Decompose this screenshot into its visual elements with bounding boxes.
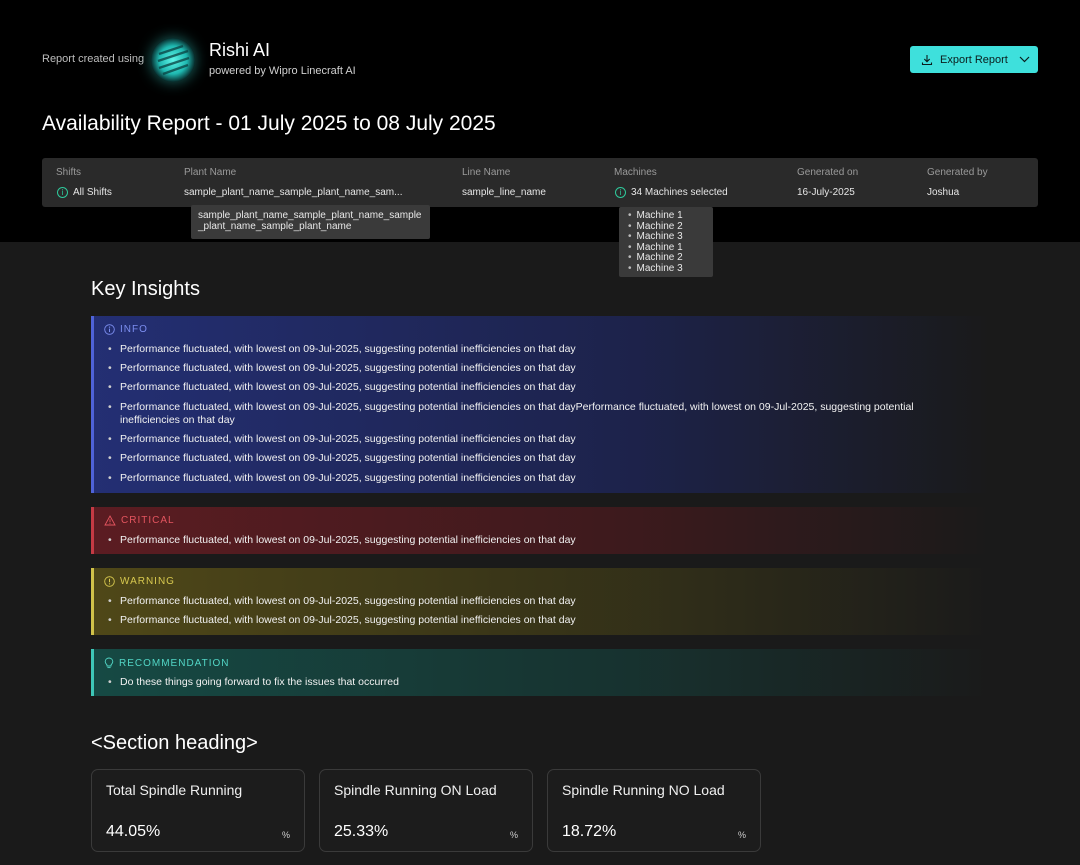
- page-title: Availability Report - 01 July 2025 to 08…: [42, 112, 496, 135]
- insight-recommendation-panel: RECOMMENDATION Do these things going for…: [91, 649, 991, 696]
- insight-info-label: INFO: [120, 324, 148, 335]
- machine-item: Machine 3: [628, 231, 713, 243]
- metric-card-title: Spindle Running ON Load: [334, 782, 497, 798]
- key-insights-title: Key Insights: [91, 278, 200, 300]
- brand-name: Rishi AI: [209, 40, 271, 60]
- brand-subtitle: powered by Wipro Linecraft AI: [209, 65, 356, 77]
- insight-critical-panel: CRITICAL Performance fluctuated, with lo…: [91, 507, 991, 554]
- info-icon[interactable]: i: [57, 187, 68, 198]
- generated-on-value: 16-July-2025: [797, 187, 855, 198]
- list-item: Performance fluctuated, with lowest on 0…: [108, 381, 948, 395]
- insight-critical-list: Performance fluctuated, with lowest on 0…: [108, 534, 948, 553]
- insight-warning-header: WARNING: [104, 576, 175, 587]
- list-item: Performance fluctuated, with lowest on 0…: [108, 362, 948, 376]
- generated-on-label: Generated on: [797, 167, 859, 178]
- line-name-value: sample_line_name: [462, 187, 546, 198]
- metric-card-title: Total Spindle Running: [106, 782, 243, 798]
- insight-recommendation-label: RECOMMENDATION: [119, 657, 230, 669]
- plant-name-value[interactable]: sample_plant_name_sample_plant_name_sam.…: [184, 187, 402, 198]
- machines-tooltip: Machine 1 Machine 2 Machine 3 Machine 1 …: [619, 207, 713, 277]
- list-item: Performance fluctuated, with lowest on 0…: [108, 614, 948, 628]
- list-item: Do these things going forward to fix the…: [108, 676, 948, 690]
- insight-info-list: Performance fluctuated, with lowest on 0…: [108, 343, 948, 491]
- export-report-label: Export Report: [940, 53, 1008, 66]
- insight-warning-label: WARNING: [120, 576, 175, 587]
- shifts-value-text: All Shifts: [73, 187, 112, 198]
- machines-label: Machines: [614, 167, 657, 178]
- generated-by-label: Generated by: [927, 167, 988, 178]
- section-heading: <Section heading>: [91, 732, 258, 754]
- plant-name-label: Plant Name: [184, 167, 237, 178]
- report-header: Report created using Rishi AI powered by…: [0, 0, 1080, 242]
- metric-card-spindle-on-load: Spindle Running ON Load 25.33% %: [319, 769, 533, 852]
- metric-card-value: 25.33%: [334, 823, 389, 840]
- report-meta-bar: Shifts i All Shifts Plant Name sample_pl…: [42, 158, 1038, 207]
- metric-card-unit: %: [281, 830, 290, 840]
- metric-card-value: 18.72%: [562, 823, 617, 840]
- list-item: Performance fluctuated, with lowest on 0…: [108, 595, 948, 609]
- insight-info-header: INFO: [104, 324, 148, 335]
- insight-warning-list: Performance fluctuated, with lowest on 0…: [108, 595, 948, 633]
- info-circle-icon: [104, 324, 115, 335]
- metric-card-total-spindle-running: Total Spindle Running 44.05% %: [91, 769, 305, 852]
- chevron-down-icon: [1019, 56, 1030, 63]
- machine-item: Machine 3: [628, 263, 713, 275]
- created-using-label: Report created using: [42, 53, 145, 65]
- line-name-label: Line Name: [462, 167, 511, 178]
- plant-name-tooltip: sample_plant_name_sample_plant_name_samp…: [191, 205, 430, 239]
- insight-recommendation-header: RECOMMENDATION: [104, 657, 229, 669]
- download-icon: [921, 54, 933, 65]
- list-item: Performance fluctuated, with lowest on 0…: [108, 534, 948, 548]
- lightbulb-icon: [104, 657, 114, 669]
- metric-card-spindle-no-load: Spindle Running NO Load 18.72% %: [547, 769, 761, 852]
- list-item: Performance fluctuated, with lowest on 0…: [108, 433, 948, 447]
- list-item: Performance fluctuated, with lowest on 0…: [108, 472, 948, 486]
- metric-card-title: Spindle Running NO Load: [562, 782, 725, 798]
- generated-by-value: Joshua: [927, 187, 960, 198]
- metric-card-value: 44.05%: [106, 823, 161, 840]
- rishi-ai-logo-icon: [151, 38, 195, 82]
- list-item: Performance fluctuated, with lowest on 0…: [108, 343, 948, 357]
- machines-value-text: 34 Machines selected: [631, 187, 728, 198]
- insight-critical-label: CRITICAL: [121, 515, 175, 526]
- insight-recommendation-list: Do these things going forward to fix the…: [108, 676, 948, 695]
- machine-item: Machine 1: [628, 210, 713, 222]
- list-item: Performance fluctuated, with lowest on 0…: [108, 401, 948, 428]
- info-icon[interactable]: i: [615, 187, 626, 198]
- metric-card-unit: %: [509, 830, 518, 840]
- machines-value[interactable]: i 34 Machines selected: [615, 187, 728, 198]
- shifts-label: Shifts: [56, 167, 82, 178]
- machine-item: Machine 2: [628, 252, 713, 264]
- shifts-value[interactable]: i All Shifts: [57, 187, 112, 198]
- alert-circle-icon: [104, 576, 115, 587]
- insight-critical-header: CRITICAL: [104, 515, 175, 526]
- insight-info-panel: INFO Performance fluctuated, with lowest…: [91, 316, 991, 493]
- metric-card-unit: %: [737, 830, 746, 840]
- warning-triangle-icon: [104, 515, 116, 526]
- export-report-button[interactable]: Export Report: [910, 46, 1038, 73]
- insight-warning-panel: WARNING Performance fluctuated, with low…: [91, 568, 991, 635]
- list-item: Performance fluctuated, with lowest on 0…: [108, 452, 948, 466]
